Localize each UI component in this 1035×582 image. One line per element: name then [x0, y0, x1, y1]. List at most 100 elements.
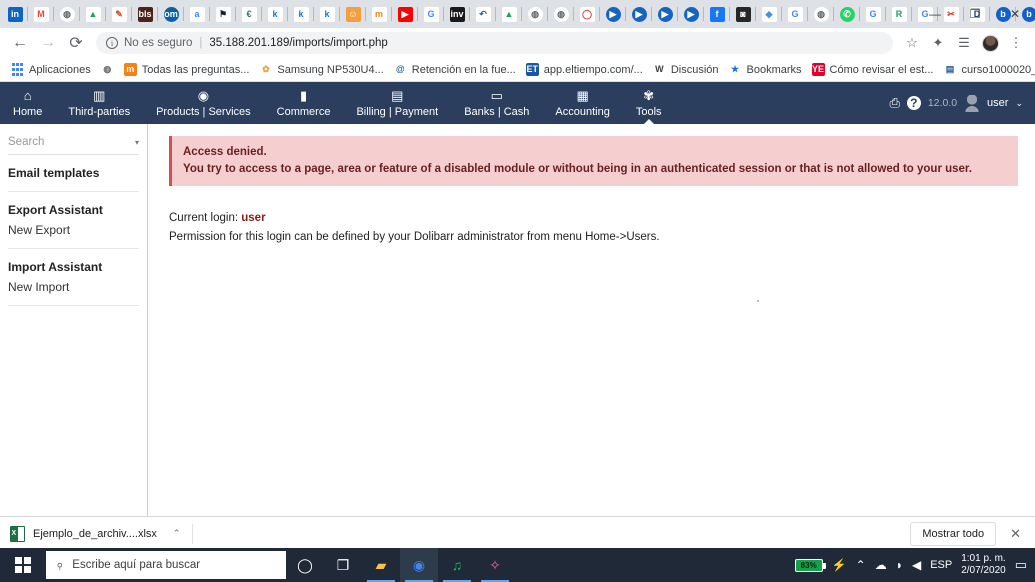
sidebar-search[interactable]: Search ▾ [8, 136, 139, 155]
menu-item-accounting[interactable]: ▦Accounting [542, 82, 622, 124]
taskbar-cortana[interactable]: ◯ [286, 548, 324, 582]
tab-oval[interactable]: ◯ [574, 0, 600, 28]
back-button[interactable]: ← [6, 29, 34, 57]
tab-k1[interactable]: k [262, 0, 288, 28]
maximize-button[interactable]: ❒ [955, 0, 995, 28]
tab-flag[interactable]: ⚑ [210, 0, 236, 28]
tab-pencil[interactable]: ✎ [106, 0, 132, 28]
taskbar-file-explorer[interactable]: ▰ [362, 548, 400, 582]
minimize-button[interactable]: — [915, 0, 955, 28]
address-bar[interactable]: i No es seguro | 35.188.201.189/imports/… [96, 32, 893, 54]
search-caret-icon[interactable]: ▾ [135, 138, 139, 147]
tab-inv[interactable]: inv [444, 0, 470, 28]
menu-item-products-services[interactable]: ◉Products | Services [143, 82, 264, 124]
tab-globe[interactable]: ◍ [54, 0, 80, 28]
tab-diamond[interactable]: ◆ [756, 0, 782, 28]
taskbar-task-view[interactable]: ❐ [324, 548, 362, 582]
taskbar-search-input[interactable]: ⌕ Escribe aquí para buscar [46, 551, 286, 579]
taskbar-spotify[interactable]: ♫ [438, 548, 476, 582]
close-window-button[interactable]: ✕ [995, 0, 1035, 28]
tab-globe-2[interactable]: ◍ [522, 0, 548, 28]
sidebar-link-new-export[interactable]: New Export [8, 219, 139, 239]
tab-globe-3[interactable]: ◍ [548, 0, 574, 28]
tab-moodle[interactable]: m [366, 0, 392, 28]
print-icon[interactable]: ⎙ [889, 95, 899, 111]
tab-facebook[interactable]: f [704, 0, 730, 28]
tab-globe-4[interactable]: ◍ [808, 0, 834, 28]
profile-avatar[interactable] [977, 30, 1003, 56]
volume-icon[interactable]: ◀ [912, 558, 921, 572]
menu-item-commerce[interactable]: ▮Commerce [264, 82, 344, 124]
help-icon[interactable]: ? [907, 96, 921, 110]
forward-button[interactable]: → [34, 29, 62, 57]
tray-chevron-icon[interactable]: ⌃ [856, 558, 866, 572]
username-label[interactable]: user [987, 97, 1008, 109]
chevron-down-icon[interactable]: ⌄ [1015, 98, 1023, 109]
tab-google[interactable]: G [418, 0, 444, 28]
reload-button[interactable]: ⟳ [62, 29, 90, 57]
bookmark-curso-fisica[interactable]: ▤curso1000020_Físic... [938, 60, 1035, 80]
battery-indicator[interactable]: 83% [795, 559, 823, 572]
tab-linkedin[interactable]: in [2, 0, 28, 28]
close-shelf-icon[interactable]: ✕ [1006, 526, 1025, 542]
bookmark-discusion[interactable]: WDiscusión [648, 60, 724, 80]
taskbar-paint-3d[interactable]: ✧ [476, 548, 514, 582]
tab-chat[interactable]: ☺ [340, 0, 366, 28]
menu-item-label: Banks | Cash [464, 106, 529, 118]
tab-player-2[interactable]: ▶ [626, 0, 652, 28]
tab-google-drive[interactable]: ▲ [80, 0, 106, 28]
tab-bls[interactable]: bls [132, 0, 158, 28]
taskbar-chrome[interactable]: ◉ [400, 548, 438, 582]
clock[interactable]: 1:01 p. m. 2/07/2020 [961, 553, 1006, 578]
tab-google-drive-2[interactable]: ▲ [496, 0, 522, 28]
tab-euro-note[interactable]: € [236, 0, 262, 28]
sidebar-title-import-assistant[interactable]: Import Assistant [8, 258, 139, 276]
bookmark-star-icon[interactable]: ☆ [899, 30, 925, 56]
reading-list-icon[interactable]: ☰ [951, 30, 977, 56]
sidebar-title-export-assistant[interactable]: Export Assistant [8, 201, 139, 219]
bookmark-samsung[interactable]: ✿Samsung NP530U4... [254, 60, 388, 80]
linkedin-icon: in [8, 7, 23, 22]
bookmark-apps[interactable]: Aplicaciones [6, 60, 96, 80]
menu-item-billing-payment[interactable]: ▤Billing | Payment [343, 82, 451, 124]
tab-translate[interactable]: a [184, 0, 210, 28]
bookmark-bookmarks[interactable]: ★Bookmarks [724, 60, 807, 80]
bookmark-como-revisar[interactable]: YECómo revisar el est... [807, 60, 939, 80]
notifications-icon[interactable]: ▭ [1015, 557, 1027, 573]
tab-youtube[interactable]: ▶ [392, 0, 418, 28]
chrome-menu-icon[interactable]: ⋮ [1003, 30, 1029, 56]
menu-item-third-parties[interactable]: ▥Third-parties [55, 82, 143, 124]
tab-whatsapp[interactable]: ✆ [834, 0, 860, 28]
bookmark-todas-las-preguntas[interactable]: mTodas las preguntas... [119, 60, 255, 80]
sidebar-title-email-templates[interactable]: Email templates [8, 164, 139, 182]
tab-instagram[interactable]: ◙ [730, 0, 756, 28]
sidebar-link-new-import[interactable]: New Import [8, 276, 139, 296]
tab-k2[interactable]: k [288, 0, 314, 28]
tab-r-squared[interactable]: R [886, 0, 912, 28]
extensions-icon[interactable]: ✦ [925, 30, 951, 56]
menu-item-banks-cash[interactable]: ▭Banks | Cash [451, 82, 542, 124]
tab-google-3[interactable]: G [860, 0, 886, 28]
start-button[interactable] [0, 548, 46, 582]
show-all-downloads-button[interactable]: Mostrar todo [910, 522, 996, 546]
user-avatar-icon[interactable] [964, 95, 980, 112]
onedrive-icon[interactable]: ☁ [875, 558, 887, 572]
tab-gmail[interactable]: M [28, 0, 54, 28]
tab-oms[interactable]: om [158, 0, 184, 28]
tab-k3[interactable]: k [314, 0, 340, 28]
download-item[interactable]: X Ejemplo_de_archiv....xlsx ⌃ [10, 526, 180, 542]
tab-player-4[interactable]: ▶ [678, 0, 704, 28]
download-menu-caret-icon[interactable]: ⌃ [173, 528, 181, 539]
wifi-icon[interactable]: ◗ [896, 558, 903, 572]
menu-item-tools[interactable]: ✾Tools [623, 82, 675, 124]
bookmark-eltiempo[interactable]: ETapp.eltiempo.com/... [521, 60, 648, 80]
tab-google-2[interactable]: G [782, 0, 808, 28]
bookmark-globe[interactable]: ◍ [96, 60, 119, 80]
tab-player-1[interactable]: ▶ [600, 0, 626, 28]
site-info-icon[interactable]: i [106, 37, 118, 49]
bookmark-retencion[interactable]: @Retención en la fue... [389, 60, 521, 80]
menu-item-home[interactable]: ⌂Home [0, 82, 55, 124]
language-indicator[interactable]: ESP [930, 559, 952, 571]
tab-undo[interactable]: ↶ [470, 0, 496, 28]
tab-player-3[interactable]: ▶ [652, 0, 678, 28]
